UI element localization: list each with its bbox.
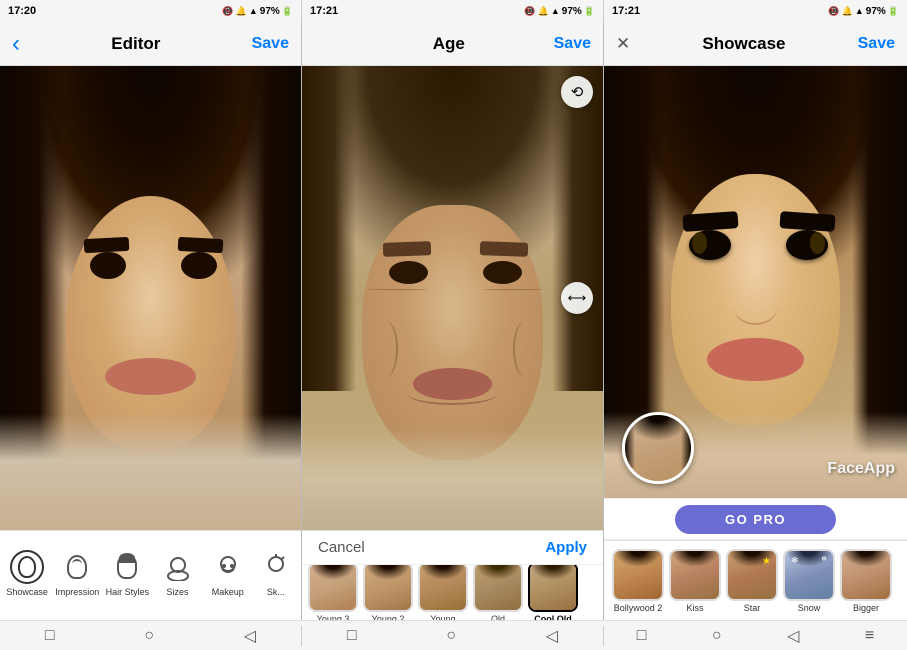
showcase-photo-area: FaceApp: [604, 66, 907, 498]
editor-toolbar: Showcase Impression: [0, 530, 301, 620]
showcase-filter-snow[interactable]: ❄ ❄ Snow: [783, 549, 835, 613]
nav-panel1: □ ○ ◁: [0, 626, 302, 646]
status-bar: 17:20 📵 🔔 ▲ 97% 🔋 17:21 📵 🔔 ▲ 97% 🔋 17:2…: [0, 0, 907, 22]
sizes-icon: [161, 550, 195, 584]
impression-icon: [60, 550, 94, 584]
filter-coolold[interactable]: Cool Old: [528, 565, 578, 620]
age-header: Age Save: [302, 22, 603, 66]
compare-fab[interactable]: ⟷: [561, 282, 593, 314]
cancel-button[interactable]: Cancel: [318, 539, 365, 556]
age-bottom: Cancel Apply Young 3: [302, 530, 603, 620]
nav-panel2: □ ○ ◁: [302, 626, 604, 646]
panel-showcase: ✕ Showcase Save: [604, 22, 907, 620]
showcase-filter-kiss[interactable]: Kiss: [669, 549, 721, 613]
editor-photo: [0, 66, 301, 530]
time-2: 17:21: [310, 5, 338, 17]
showcase-label: Showcase: [6, 587, 48, 597]
status-bar-panel1: 17:20 📵 🔔 ▲ 97% 🔋: [0, 0, 302, 22]
star-label: Star: [744, 603, 761, 613]
tool-makeup[interactable]: Makeup: [206, 550, 250, 597]
app-container: 17:20 📵 🔔 ▲ 97% 🔋 17:21 📵 🔔 ▲ 97% 🔋 17:2…: [0, 0, 907, 650]
go-pro-bar: GO PRO: [604, 498, 907, 540]
showcase-filter-bollywood2[interactable]: Bollywood 2: [612, 549, 664, 613]
tool-skin[interactable]: Sk...: [256, 550, 296, 597]
time-1: 17:20: [8, 5, 36, 17]
showcase-icon: [10, 550, 44, 584]
before-thumbnail: [622, 412, 694, 484]
age-photo: ⟲ ⟷: [302, 66, 603, 530]
kiss-label: Kiss: [686, 603, 703, 613]
editor-save-button[interactable]: Save: [252, 35, 289, 53]
cancel-apply-bar: Cancel Apply: [302, 531, 603, 565]
age-title: Age: [433, 34, 465, 54]
makeup-label: Makeup: [212, 587, 244, 597]
nav-circle-2[interactable]: ○: [446, 627, 456, 645]
impression-label: Impression: [55, 587, 99, 597]
portrait-bg: [0, 66, 301, 530]
age-filter-strip: Young 3 Young 2: [302, 565, 603, 620]
showcase-title: Showcase: [702, 34, 785, 54]
status-icons-3: 📵 🔔 ▲ 97% 🔋: [828, 6, 899, 17]
go-pro-button[interactable]: GO PRO: [675, 505, 836, 534]
tool-sizes[interactable]: Sizes: [156, 550, 200, 597]
panels-container: ‹ Editor Save: [0, 22, 907, 620]
hairstyles-label: Hair Styles: [106, 587, 150, 597]
status-icons-2: 📵 🔔 ▲ 97% 🔋: [524, 6, 595, 17]
nav-square-1[interactable]: □: [45, 627, 55, 645]
system-nav-bar: □ ○ ◁ □ ○ ◁ □ ○ ◁ ≡: [0, 620, 907, 650]
tool-impression[interactable]: Impression: [55, 550, 99, 597]
nav-panel3: □ ○ ◁ ≡: [604, 626, 907, 646]
showcase-header: ✕ Showcase Save: [604, 22, 907, 66]
nav-back-1[interactable]: ◁: [244, 626, 256, 646]
faceapp-watermark: FaceApp: [827, 460, 895, 478]
nav-square-2[interactable]: □: [347, 627, 357, 645]
status-bar-panel3: 17:21 📵 🔔 ▲ 97% 🔋: [604, 0, 907, 22]
time-3: 17:21: [612, 5, 640, 17]
editor-title: Editor: [111, 34, 160, 54]
apply-button[interactable]: Apply: [545, 539, 587, 556]
filter-young2[interactable]: Young 2: [363, 565, 413, 620]
tool-showcase[interactable]: Showcase: [5, 550, 49, 597]
nav-menu-3[interactable]: ≡: [865, 627, 874, 645]
filter-old[interactable]: Old: [473, 565, 523, 620]
tool-hairstyles[interactable]: Hair Styles: [105, 550, 149, 597]
rotate-fab[interactable]: ⟲: [561, 76, 593, 108]
filter-young3[interactable]: Young 3: [308, 565, 358, 620]
aged-portrait-bg: [302, 66, 603, 530]
status-icons-1: 📵 🔔 ▲ 97% 🔋: [222, 6, 293, 17]
panel-editor: ‹ Editor Save: [0, 22, 302, 620]
nav-circle-1[interactable]: ○: [144, 627, 154, 645]
nav-square-3[interactable]: □: [637, 627, 647, 645]
panel-age: Age Save: [302, 22, 604, 620]
showcase-filter-strip: Bollywood 2 Kiss: [604, 540, 907, 620]
showcase-main-photo: FaceApp: [604, 66, 907, 498]
makeup-icon: [211, 550, 245, 584]
skin-label: Sk...: [267, 587, 285, 597]
showcase-filter-star[interactable]: ★ Star: [726, 549, 778, 613]
status-bar-panel2: 17:21 📵 🔔 ▲ 97% 🔋: [302, 0, 604, 22]
bollywood2-label: Bollywood 2: [614, 603, 663, 613]
back-button[interactable]: ‹: [12, 32, 20, 56]
nav-back-3[interactable]: ◁: [787, 626, 799, 646]
close-button[interactable]: ✕: [616, 34, 630, 54]
snow-label: Snow: [798, 603, 821, 613]
nav-circle-3[interactable]: ○: [712, 627, 722, 645]
bigger-label: Bigger: [853, 603, 879, 613]
showcase-save-button[interactable]: Save: [858, 35, 895, 53]
skin-icon: [259, 550, 293, 584]
filter-young[interactable]: Young: [418, 565, 468, 620]
editor-header: ‹ Editor Save: [0, 22, 301, 66]
sizes-label: Sizes: [167, 587, 189, 597]
age-save-button[interactable]: Save: [554, 35, 591, 53]
showcase-filter-bigger[interactable]: Bigger: [840, 549, 892, 613]
nav-back-2[interactable]: ◁: [546, 626, 558, 646]
hairstyles-icon: [110, 550, 144, 584]
